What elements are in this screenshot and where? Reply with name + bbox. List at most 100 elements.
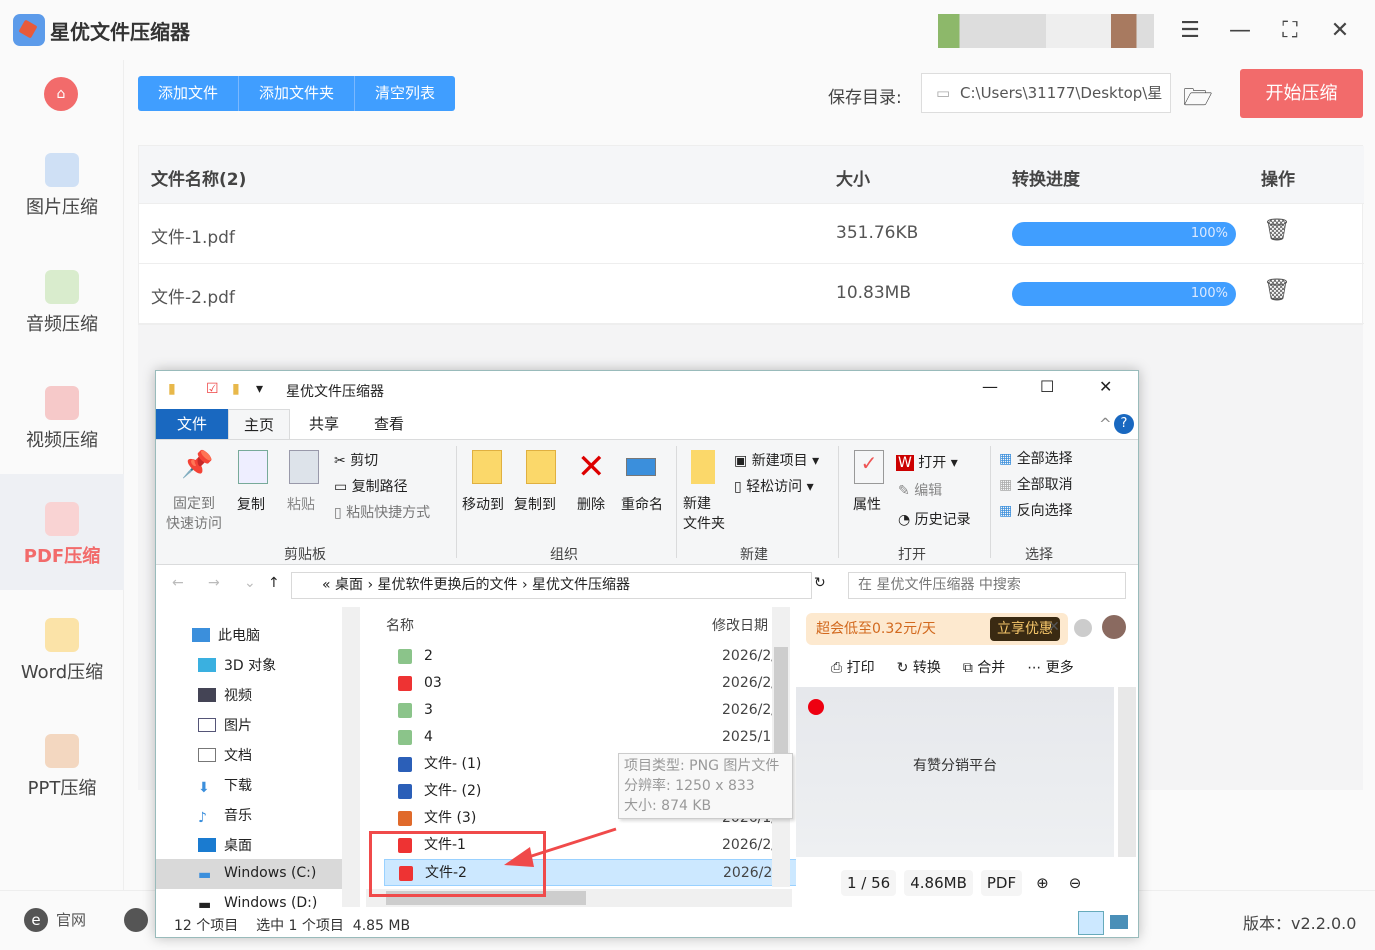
- paste-button[interactable]: 粘贴: [287, 494, 315, 514]
- promo-banner[interactable]: 超会低至0.32元/天 立享优惠: [806, 613, 1068, 645]
- up-button[interactable]: ↑: [268, 575, 280, 591]
- home-icon[interactable]: ⌂: [44, 77, 78, 111]
- nav-label: 桌面: [224, 838, 252, 854]
- history-button[interactable]: ◔ 历史记录: [898, 509, 971, 529]
- refresh-icon[interactable]: ↻: [814, 575, 826, 591]
- tab-file[interactable]: 文件: [156, 409, 228, 439]
- properties-icon[interactable]: ☑: [206, 381, 219, 397]
- clear-list-button[interactable]: 清空列表: [355, 76, 455, 111]
- official-site-link[interactable]: 官网: [24, 908, 86, 932]
- avatar[interactable]: [1102, 615, 1126, 639]
- invert-selection-button[interactable]: ▦ 反向选择: [999, 500, 1073, 520]
- easy-access-button[interactable]: ▯ 轻松访问 ▾: [734, 476, 814, 496]
- divider: [456, 446, 457, 558]
- nav-drive-c[interactable]: ▬ Windows (C:): [198, 865, 316, 883]
- sidebar-item-word[interactable]: Word压缩: [0, 590, 124, 706]
- address-bar[interactable]: « 桌面 › 星优软件更换后的文件 › 星优文件压缩器: [291, 572, 812, 599]
- column-name[interactable]: 名称: [386, 615, 414, 635]
- details-view-button[interactable]: [1078, 911, 1104, 935]
- add-folder-button[interactable]: 添加文件夹: [239, 76, 356, 111]
- nav-videos[interactable]: 视频: [198, 685, 252, 705]
- file-row[interactable]: 3 2026/2/: [384, 697, 802, 724]
- wps-icon: W: [896, 455, 914, 471]
- convert-button[interactable]: ↻ 转换: [897, 657, 941, 677]
- new-item-button[interactable]: ▣ 新建项目 ▾: [734, 450, 819, 470]
- select-none-button[interactable]: ▦ 全部取消: [999, 474, 1073, 494]
- close-button[interactable]: ✕: [1326, 18, 1354, 43]
- delete-button[interactable]: 删除: [577, 494, 605, 514]
- sidebar-item-audio[interactable]: 音频压缩: [0, 242, 124, 358]
- breadcrumb-item[interactable]: 星优文件压缩器: [532, 577, 630, 593]
- open-button[interactable]: W 打开 ▾: [896, 452, 958, 472]
- zoom-in-icon[interactable]: ⊕: [1030, 870, 1055, 896]
- nav-desktop[interactable]: 桌面: [198, 835, 252, 855]
- merge-button[interactable]: ⧉ 合并: [963, 657, 1005, 677]
- file-row[interactable]: 03 2026/2/: [384, 670, 802, 697]
- select-all-button[interactable]: ▦ 全部选择: [999, 448, 1073, 468]
- ribbon-tabs: 文件 主页 共享 查看 ^ ?: [156, 409, 1138, 439]
- file-name: 3: [424, 702, 433, 718]
- search-input[interactable]: 在 星优文件压缩器 中搜索: [848, 572, 1126, 599]
- minimize-button[interactable]: —: [1226, 18, 1254, 43]
- more-button[interactable]: ⋯ 更多: [1027, 657, 1073, 677]
- tab-share[interactable]: 共享: [294, 409, 354, 439]
- help-icon[interactable]: ?: [1114, 414, 1134, 434]
- folder-open-icon[interactable]: 🗁: [1183, 80, 1213, 121]
- nav-label: 文档: [224, 748, 252, 764]
- thumbnail-view-button[interactable]: [1110, 915, 1128, 929]
- file-row[interactable]: 2 2026/2/: [384, 643, 802, 670]
- paste-shortcut-button[interactable]: ▯ 粘贴快捷方式: [334, 502, 430, 522]
- forward-button[interactable]: →: [208, 575, 220, 591]
- rename-button[interactable]: 重命名: [621, 494, 663, 514]
- sidebar-item-image[interactable]: 图片压缩: [0, 125, 124, 241]
- start-compress-button[interactable]: 开始压缩: [1240, 69, 1363, 118]
- column-date[interactable]: 修改日期: [712, 615, 768, 635]
- nav-documents[interactable]: 文档: [198, 745, 252, 765]
- trash-icon[interactable]: 🗑: [1263, 218, 1291, 243]
- new-folder-button[interactable]: 新建 文件夹: [683, 494, 725, 534]
- zoom-out-icon[interactable]: ⊖: [1063, 870, 1088, 896]
- recent-dropdown[interactable]: ⌄: [244, 575, 256, 591]
- sidebar-item-video[interactable]: 视频压缩: [0, 358, 124, 474]
- save-path-input[interactable]: C:\Users\31177\Desktop\星: [921, 73, 1171, 113]
- pin-button[interactable]: 固定到 快速访问: [166, 494, 222, 534]
- nav-pictures[interactable]: 图片: [198, 715, 252, 735]
- customize-dropdown-icon[interactable]: ▾: [256, 381, 263, 397]
- properties-button[interactable]: 属性: [853, 494, 881, 514]
- preview-scrollbar[interactable]: [1118, 687, 1136, 857]
- sidebar-item-ppt[interactable]: PPT压缩: [0, 706, 124, 822]
- user-avatar[interactable]: [938, 14, 1154, 48]
- maximize-button[interactable]: ⛶: [1276, 18, 1304, 43]
- nav-drive-d[interactable]: ▬ Windows (D:): [198, 895, 317, 913]
- nav-3d[interactable]: 3D 对象: [198, 655, 276, 675]
- file-list-scrollbar[interactable]: [772, 607, 790, 887]
- copy-to-button[interactable]: 复制到: [514, 494, 556, 514]
- nav-music[interactable]: ♪ 音乐: [198, 805, 252, 826]
- print-button[interactable]: ⎙ 打印: [831, 657, 875, 677]
- copy-path-button[interactable]: ▭ 复制路径: [334, 476, 408, 496]
- nav-scrollbar[interactable]: [342, 607, 360, 907]
- tab-home[interactable]: 主页: [228, 409, 291, 439]
- nav-downloads[interactable]: ⬇ 下载: [198, 775, 252, 796]
- back-button[interactable]: ←: [172, 575, 184, 591]
- trash-icon[interactable]: 🗑: [1263, 278, 1291, 303]
- new-folder-icon[interactable]: ▮: [232, 381, 240, 397]
- copy-button[interactable]: 复制: [237, 494, 265, 514]
- explorer-maximize-button[interactable]: ☐: [1040, 377, 1054, 396]
- settings-icon[interactable]: ☰: [1176, 18, 1204, 43]
- breadcrumb-item[interactable]: 桌面: [335, 577, 363, 593]
- nav-this-pc[interactable]: 此电脑: [192, 625, 260, 645]
- chat-icon[interactable]: [124, 908, 148, 932]
- edit-button[interactable]: ✎ 编辑: [898, 480, 942, 500]
- sidebar-item-pdf[interactable]: PDF压缩: [0, 474, 124, 590]
- promo-close-icon[interactable]: ✕: [1048, 619, 1060, 635]
- move-to-button[interactable]: 移动到: [462, 494, 504, 514]
- explorer-close-button[interactable]: ✕: [1099, 377, 1112, 396]
- explorer-minimize-button[interactable]: —: [982, 377, 998, 396]
- cut-button[interactable]: ✂ 剪切: [334, 450, 378, 470]
- add-file-button[interactable]: 添加文件: [138, 76, 240, 111]
- breadcrumb-item[interactable]: 星优软件更换后的文件: [378, 577, 518, 593]
- file-row[interactable]: 4 2025/12: [384, 724, 802, 751]
- tab-view[interactable]: 查看: [359, 409, 419, 439]
- select-none-icon: ▦: [999, 477, 1013, 493]
